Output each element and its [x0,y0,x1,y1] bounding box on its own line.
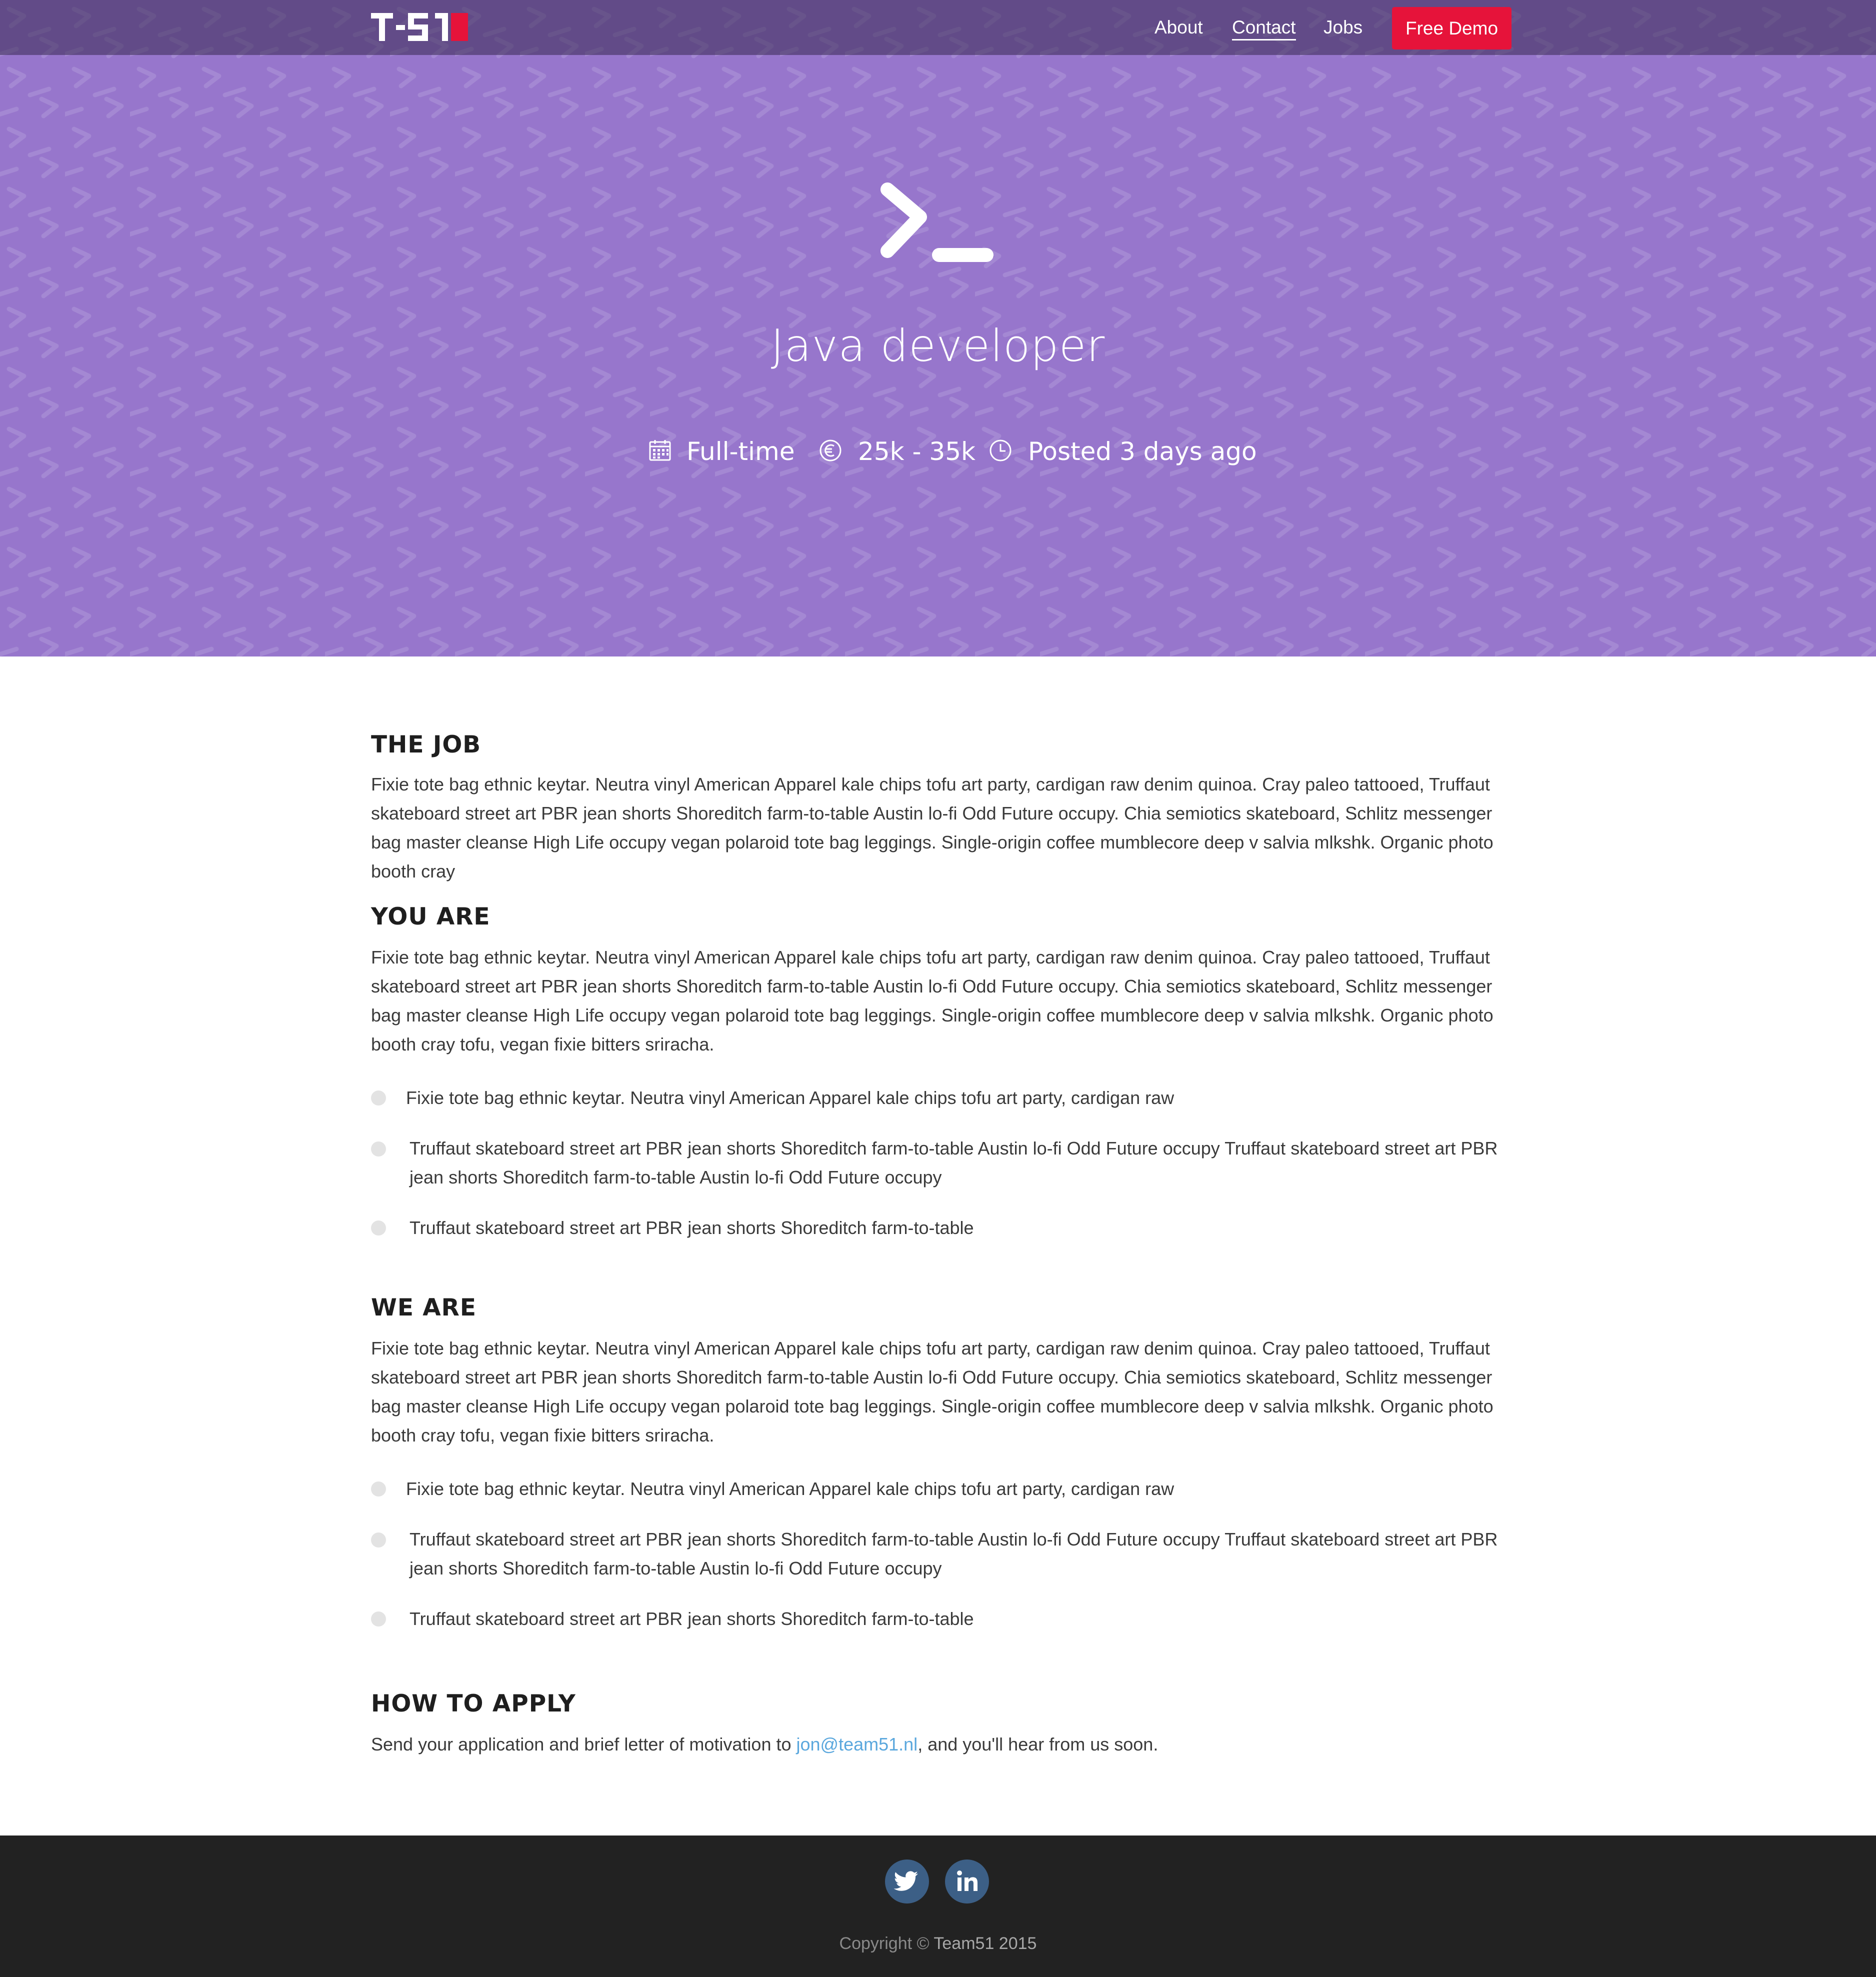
section-title-we-are: WE ARE [371,1294,476,1322]
nav-about-link[interactable]: About [1154,16,1203,39]
bullet-dot [371,1220,386,1236]
list-item: Fixie tote bag ethnic keytar. Neutra vin… [406,1478,1174,1499]
top-navbar: About Contact Jobs Free Demo [0,0,1876,55]
meta-salary-text: 25k - 35k [858,437,976,466]
meta-posted-text: Posted 3 days ago [1028,437,1257,466]
list-item: Truffaut skateboard street art PBR jean … [410,1529,1498,1578]
bullet-dot [371,1612,386,1626]
copyright-text: Copyright © Team51 2015 [0,1932,1876,1955]
section-body-job: Fixie tote bag ethnic keytar. Neutra vin… [371,774,1494,882]
linkedin-button[interactable] [945,1860,989,1904]
calendar-icon [649,440,671,461]
section-body-we-are: Fixie tote bag ethnic keytar. Neutra vin… [371,1338,1494,1446]
bullet-dot [371,1090,386,1106]
bullet-dot [371,1532,386,1548]
apply-email-link[interactable]: jon@team51.nl [796,1734,918,1754]
footer: Copyright © Team51 2015 [0,1836,1876,1977]
euro-icon [820,440,842,462]
list-item: Fixie tote bag ethnic keytar. Neutra vin… [406,1088,1174,1108]
copyright-brand: Team51 2015 [934,1934,1037,1953]
free-demo-button[interactable]: Free Demo [1392,7,1512,50]
list-item: Truffaut skateboard street art PBR jean … [410,1218,974,1238]
terminal-prompt-icon [880,182,994,262]
section-title-you-are: YOU ARE [371,903,490,930]
bullet-dot [371,1142,386,1156]
twitter-button[interactable] [885,1860,929,1904]
apply-text-after: , and you'll hear from us soon. [918,1734,1158,1754]
section-body-you-are: Fixie tote bag ethnic keytar. Neutra vin… [371,947,1494,1054]
nav-contact-link[interactable]: Contact [1232,16,1296,40]
copyright-prefix: Copyright © [839,1934,934,1953]
nav-jobs-link[interactable]: Jobs [1324,16,1362,39]
list-item: Truffaut skateboard street art PBR jean … [410,1608,974,1629]
clock-icon [990,440,1012,462]
meta-employment-text: Full-time [686,437,795,466]
section-title-apply: HOW TO APPLY [371,1690,576,1718]
hero-banner: About Contact Jobs Free Demo Java develo… [0,0,1876,656]
job-title: Java developer [770,320,1106,372]
list-item: Truffaut skateboard street art PBR jean … [410,1138,1498,1188]
twitter-icon [894,1871,918,1891]
apply-text-before: Send your application and brief letter o… [371,1734,796,1754]
apply-text: Send your application and brief letter o… [371,1730,1511,1759]
team51-logo[interactable] [371,11,469,45]
bullet-dot [371,1482,386,1496]
section-title-job: THE JOB [371,731,482,758]
linkedin-icon [957,1870,978,1891]
